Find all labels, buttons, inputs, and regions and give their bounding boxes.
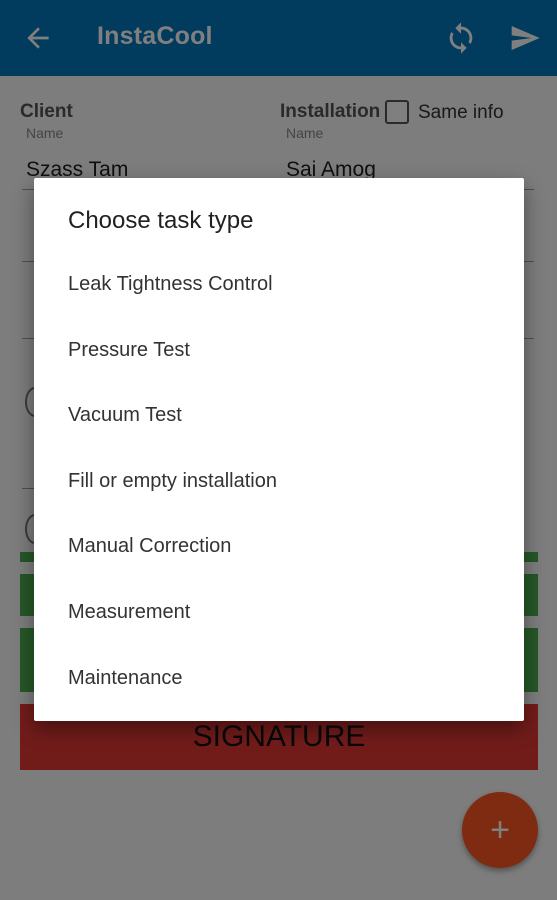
task-option-measurement[interactable]: Measurement [34, 579, 524, 645]
choose-task-type-dialog: Choose task type Leak Tightness Control … [34, 178, 524, 721]
task-option-leak-tightness[interactable]: Leak Tightness Control [34, 251, 524, 317]
task-option-pressure-test[interactable]: Pressure Test [34, 317, 524, 383]
task-option-vacuum-test[interactable]: Vacuum Test [34, 382, 524, 448]
task-option-fill-empty[interactable]: Fill or empty installation [34, 448, 524, 514]
task-option-maintenance[interactable]: Maintenance [34, 645, 524, 711]
dialog-title: Choose task type [68, 207, 254, 234]
task-option-manual-correction[interactable]: Manual Correction [34, 513, 524, 579]
